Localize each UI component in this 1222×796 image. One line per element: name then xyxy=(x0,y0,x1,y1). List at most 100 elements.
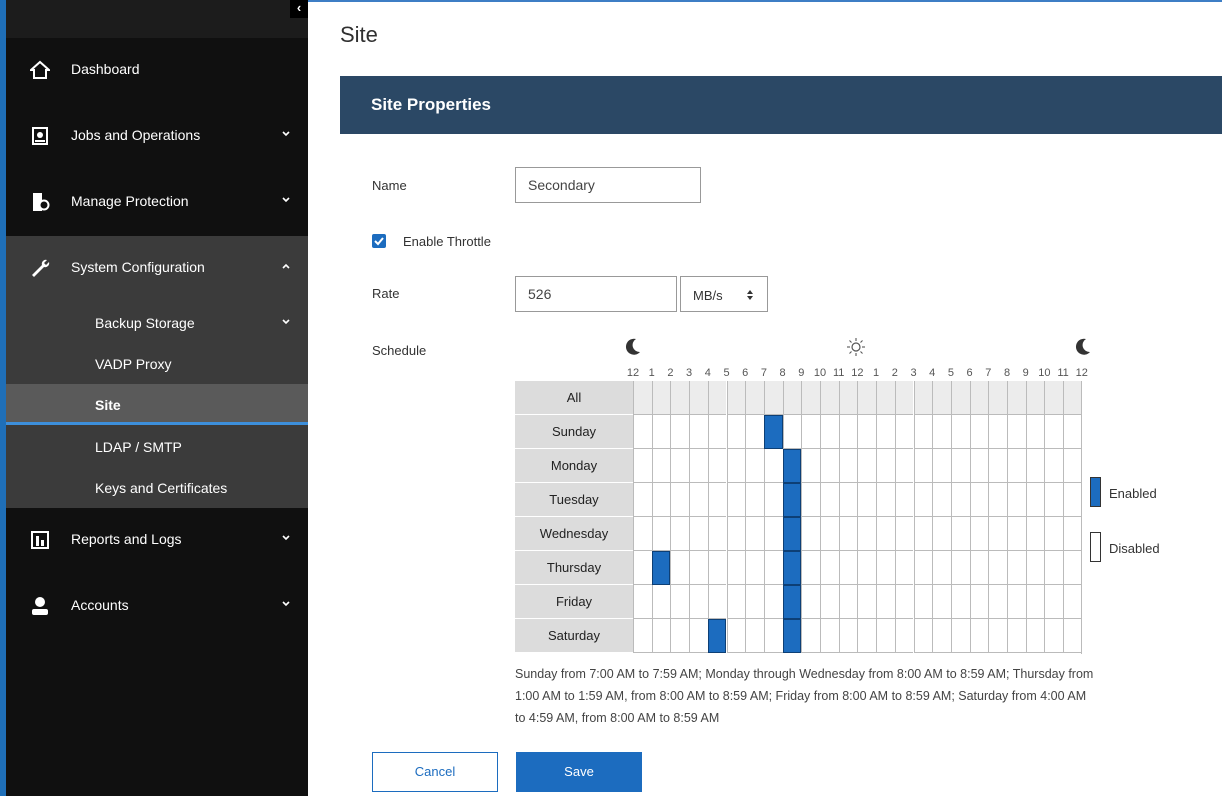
schedule-cell[interactable] xyxy=(801,585,820,619)
schedule-cell[interactable] xyxy=(838,415,858,449)
nav-item-accounts[interactable]: Accounts xyxy=(6,574,308,640)
schedule-cell[interactable] xyxy=(913,551,933,585)
schedule-cell[interactable] xyxy=(763,483,783,517)
name-input[interactable] xyxy=(515,167,701,203)
schedule-cell[interactable] xyxy=(1044,517,1064,551)
schedule-cell[interactable] xyxy=(1007,381,1026,415)
day-label-thursday[interactable]: Thursday xyxy=(515,551,633,585)
rate-input[interactable] xyxy=(515,276,677,312)
schedule-cell[interactable] xyxy=(633,619,652,653)
nav-item-manage-protection[interactable]: Manage Protection xyxy=(6,170,308,236)
schedule-cell[interactable] xyxy=(820,585,839,619)
schedule-cell[interactable] xyxy=(913,483,933,517)
schedule-cell[interactable] xyxy=(838,517,858,551)
schedule-cell[interactable] xyxy=(820,449,839,483)
sub-item-ldap-smtp[interactable]: LDAP / SMTP xyxy=(6,426,308,467)
schedule-cell[interactable] xyxy=(745,619,764,653)
schedule-cell[interactable] xyxy=(726,381,746,415)
schedule-cell[interactable] xyxy=(1044,619,1064,653)
schedule-cell[interactable] xyxy=(857,517,877,551)
schedule-cell[interactable] xyxy=(894,619,914,653)
schedule-cell[interactable] xyxy=(950,619,970,653)
schedule-cell[interactable] xyxy=(651,551,671,585)
schedule-cell[interactable] xyxy=(876,449,895,483)
schedule-cell[interactable] xyxy=(876,415,895,449)
schedule-cell[interactable] xyxy=(707,449,727,483)
schedule-cell[interactable] xyxy=(707,619,727,653)
schedule-cell[interactable] xyxy=(782,449,802,483)
schedule-cell[interactable] xyxy=(651,517,671,551)
schedule-cell[interactable] xyxy=(801,517,820,551)
schedule-cell[interactable] xyxy=(633,483,652,517)
schedule-cell[interactable] xyxy=(1007,415,1026,449)
schedule-cell[interactable] xyxy=(932,483,951,517)
day-label-friday[interactable]: Friday xyxy=(515,585,633,619)
collapse-sidebar-button[interactable]: ‹ xyxy=(290,0,308,18)
schedule-cell[interactable] xyxy=(1044,483,1064,517)
schedule-cell[interactable] xyxy=(1007,551,1026,585)
schedule-cell[interactable] xyxy=(1025,619,1045,653)
schedule-cell[interactable] xyxy=(969,517,989,551)
schedule-cell[interactable] xyxy=(969,585,989,619)
schedule-cell[interactable] xyxy=(1007,483,1026,517)
schedule-cell[interactable] xyxy=(1063,551,1082,585)
cancel-button[interactable]: Cancel xyxy=(372,752,498,792)
schedule-cell[interactable] xyxy=(894,449,914,483)
schedule-cell[interactable] xyxy=(969,449,989,483)
schedule-cell[interactable] xyxy=(838,381,858,415)
schedule-cell[interactable] xyxy=(745,483,764,517)
schedule-cell[interactable] xyxy=(894,551,914,585)
schedule-cell[interactable] xyxy=(782,517,802,551)
schedule-cell[interactable] xyxy=(1063,619,1082,653)
schedule-cell[interactable] xyxy=(782,483,802,517)
schedule-cell[interactable] xyxy=(932,381,951,415)
schedule-cell[interactable] xyxy=(689,551,708,585)
schedule-cell[interactable] xyxy=(857,483,877,517)
schedule-cell[interactable] xyxy=(1063,517,1082,551)
schedule-cell[interactable] xyxy=(969,619,989,653)
schedule-cell[interactable] xyxy=(894,415,914,449)
schedule-cell[interactable] xyxy=(1025,415,1045,449)
schedule-cell[interactable] xyxy=(1007,619,1026,653)
schedule-cell[interactable] xyxy=(988,415,1007,449)
schedule-cell[interactable] xyxy=(651,483,671,517)
schedule-cell[interactable] xyxy=(707,585,727,619)
schedule-cell[interactable] xyxy=(707,517,727,551)
schedule-cell[interactable] xyxy=(932,517,951,551)
nav-item-dashboard[interactable]: Dashboard xyxy=(6,38,308,104)
schedule-cell[interactable] xyxy=(1063,381,1082,415)
schedule-cell[interactable] xyxy=(969,381,989,415)
schedule-cell[interactable] xyxy=(801,551,820,585)
schedule-cell[interactable] xyxy=(894,483,914,517)
schedule-cell[interactable] xyxy=(950,517,970,551)
schedule-cell[interactable] xyxy=(876,619,895,653)
schedule-cell[interactable] xyxy=(1025,585,1045,619)
schedule-cell[interactable] xyxy=(763,381,783,415)
schedule-cell[interactable] xyxy=(820,381,839,415)
schedule-cell[interactable] xyxy=(763,619,783,653)
schedule-cell[interactable] xyxy=(1063,449,1082,483)
schedule-cell[interactable] xyxy=(988,585,1007,619)
schedule-cell[interactable] xyxy=(950,585,970,619)
schedule-cell[interactable] xyxy=(633,381,652,415)
schedule-cell[interactable] xyxy=(894,517,914,551)
sub-item-site[interactable]: Site xyxy=(6,384,308,425)
save-button[interactable]: Save xyxy=(516,752,642,792)
schedule-cell[interactable] xyxy=(726,483,746,517)
nav-item-reports-and-logs[interactable]: Reports and Logs xyxy=(6,508,308,574)
schedule-cell[interactable] xyxy=(763,585,783,619)
schedule-cell[interactable] xyxy=(876,517,895,551)
schedule-cell[interactable] xyxy=(820,619,839,653)
schedule-cell[interactable] xyxy=(1044,585,1064,619)
schedule-cell[interactable] xyxy=(820,415,839,449)
schedule-cell[interactable] xyxy=(876,483,895,517)
schedule-cell[interactable] xyxy=(838,619,858,653)
schedule-cell[interactable] xyxy=(950,381,970,415)
schedule-cell[interactable] xyxy=(670,551,690,585)
schedule-cell[interactable] xyxy=(1007,449,1026,483)
schedule-cell[interactable] xyxy=(838,483,858,517)
schedule-cell[interactable] xyxy=(801,449,820,483)
schedule-cell[interactable] xyxy=(726,551,746,585)
nav-item-jobs-and-operations[interactable]: Jobs and Operations xyxy=(6,104,308,170)
schedule-cell[interactable] xyxy=(689,415,708,449)
